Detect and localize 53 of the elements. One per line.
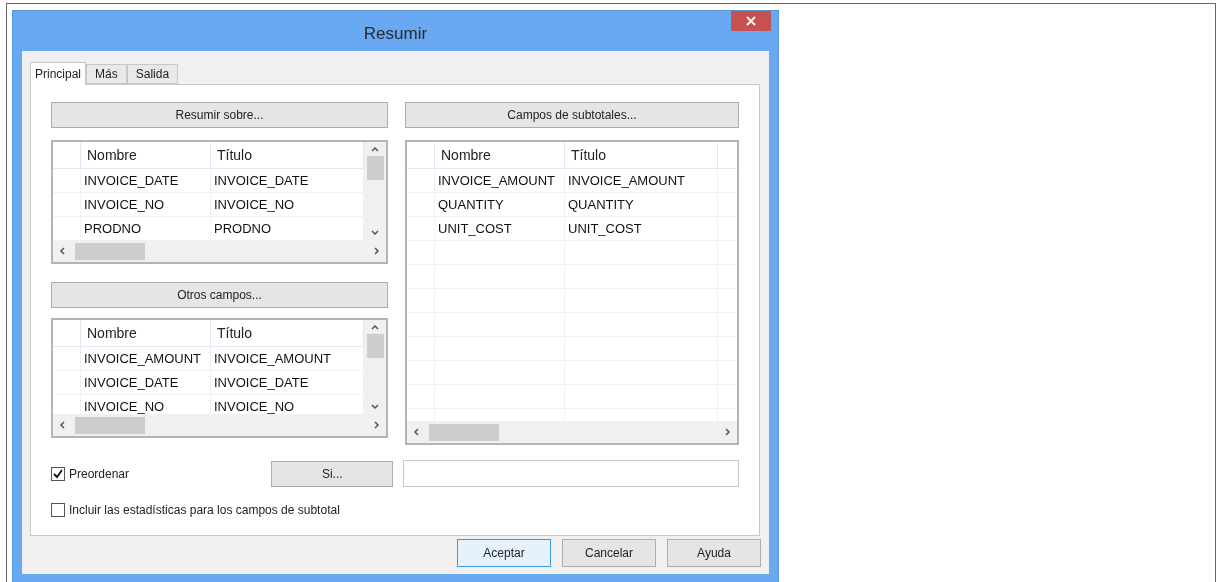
checkbox-label[interactable]: Preordenar (69, 464, 130, 483)
checkbox[interactable] (51, 466, 65, 481)
table-cell: UNIT_COST (435, 217, 565, 240)
column-header[interactable]: Nombre (435, 142, 565, 168)
arrow-right-icon[interactable] (723, 427, 733, 437)
summarize-on-button[interactable]: Resumir sobre... (51, 102, 388, 128)
tab[interactable]: Principal (30, 62, 87, 85)
table-cell: UNIT_COST (565, 217, 718, 240)
tab[interactable]: Más (86, 64, 127, 84)
scrollbar-thumb[interactable] (75, 242, 145, 260)
other-fields-button[interactable]: Otros campos... (51, 282, 388, 308)
vertical-scrollbar[interactable] (364, 320, 386, 414)
dialog-button[interactable]: Cancelar (562, 539, 656, 567)
table-cell: QUANTITY (565, 193, 718, 216)
close-button[interactable] (731, 11, 771, 31)
arrow-left-icon[interactable] (57, 420, 67, 430)
arrow-down-icon[interactable] (370, 402, 380, 412)
table-cell: QUANTITY (435, 193, 565, 216)
horizontal-scrollbar[interactable] (53, 414, 386, 436)
dialog-button[interactable]: Ayuda (667, 539, 761, 567)
arrow-right-icon[interactable] (372, 246, 382, 256)
scrollbar-thumb[interactable] (75, 416, 145, 434)
column-header[interactable]: Título (565, 142, 718, 168)
table-cell: INVOICE_AMOUNT (565, 169, 718, 192)
scrollbar-thumb[interactable] (366, 334, 384, 358)
if-button[interactable]: Si... (271, 460, 394, 487)
vertical-scrollbar[interactable] (364, 142, 386, 240)
arrow-down-icon[interactable] (370, 228, 380, 238)
close-icon (746, 16, 756, 26)
dialog-button[interactable]: Aceptar (457, 539, 551, 567)
arrow-left-icon[interactable] (57, 246, 67, 256)
table-cell: INVOICE_NO (81, 193, 211, 216)
column-header[interactable]: Nombre (81, 320, 211, 346)
table-cell: INVOICE_AMOUNT (435, 169, 565, 192)
subtotal-fields-button[interactable]: Campos de subtotales... (405, 102, 739, 128)
table-cell: INVOICE_DATE (81, 169, 211, 192)
arrow-right-icon[interactable] (372, 420, 382, 430)
condition-field[interactable] (403, 460, 739, 487)
arrow-up-icon[interactable] (370, 322, 380, 332)
arrow-up-icon[interactable] (370, 144, 380, 154)
column-header[interactable]: Nombre (81, 142, 211, 168)
horizontal-scrollbar[interactable] (53, 240, 386, 262)
window-title: Resumir (362, 23, 429, 45)
arrow-left-icon[interactable] (411, 427, 421, 437)
table-cell: INVOICE_DATE (81, 371, 211, 394)
checkbox[interactable] (51, 503, 65, 517)
checkbox-label[interactable]: Incluir las estadísticas para los campos de subtotal (69, 501, 340, 519)
table-cell: INVOICE_AMOUNT (81, 347, 211, 370)
horizontal-scrollbar[interactable] (407, 421, 737, 443)
scrollbar-thumb[interactable] (366, 156, 384, 180)
tab[interactable]: Salida (126, 64, 179, 84)
scrollbar-thumb[interactable] (429, 423, 499, 441)
check-icon (53, 468, 63, 479)
